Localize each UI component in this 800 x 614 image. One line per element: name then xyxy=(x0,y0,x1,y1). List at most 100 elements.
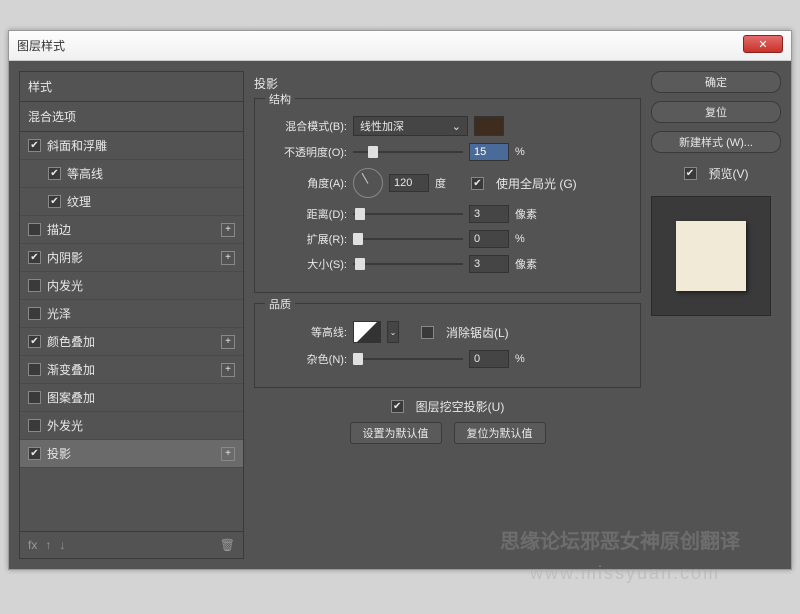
make-default-button[interactable]: 设置为默认值 xyxy=(350,422,442,444)
effect-row-8[interactable]: 渐变叠加 + xyxy=(20,356,243,384)
trash-icon[interactable]: 🗑 xyxy=(220,538,235,552)
panel-title: 投影 xyxy=(254,71,641,98)
antialias-checkbox[interactable] xyxy=(421,326,434,339)
add-effect-icon[interactable]: + xyxy=(221,223,235,237)
action-panel: 确定 复位 新建样式 (W)... 预览(V) xyxy=(651,71,781,559)
effect-label: 外发光 xyxy=(47,417,83,434)
effect-row-3[interactable]: 描边 + xyxy=(20,216,243,244)
opacity-slider[interactable] xyxy=(353,144,463,160)
effect-label: 等高线 xyxy=(67,165,103,182)
effects-list: 斜面和浮雕等高线纹理描边 + 内阴影 + 内发光光泽颜色叠加 + 渐变叠加 + 图案叠加外发光投… xyxy=(20,132,243,468)
effect-checkbox[interactable] xyxy=(48,167,61,180)
effect-label: 内阴影 xyxy=(47,249,83,266)
effect-checkbox[interactable] xyxy=(28,139,41,152)
size-slider[interactable] xyxy=(353,256,463,272)
effect-checkbox[interactable] xyxy=(28,363,41,376)
effect-label: 内发光 xyxy=(47,277,83,294)
structure-legend: 结构 xyxy=(265,91,295,107)
effect-row-2[interactable]: 纹理 xyxy=(20,188,243,216)
effect-label: 投影 xyxy=(47,445,71,462)
distance-label: 距离(D): xyxy=(267,206,347,222)
effect-checkbox[interactable] xyxy=(28,447,41,460)
effect-label: 颜色叠加 xyxy=(47,333,95,350)
effect-row-7[interactable]: 颜色叠加 + xyxy=(20,328,243,356)
contour-label: 等高线: xyxy=(267,324,347,340)
effect-label: 图案叠加 xyxy=(47,389,95,406)
opacity-input[interactable]: 15 xyxy=(469,143,509,161)
effect-label: 描边 xyxy=(47,221,71,238)
knockout-label: 图层挖空投影(U) xyxy=(416,398,505,415)
effect-label: 斜面和浮雕 xyxy=(47,137,107,154)
effect-checkbox[interactable] xyxy=(28,391,41,404)
preview-checkbox[interactable] xyxy=(684,167,697,180)
knockout-checkbox[interactable] xyxy=(391,400,404,413)
new-style-button[interactable]: 新建样式 (W)... xyxy=(651,131,781,153)
effect-label: 光泽 xyxy=(47,305,71,322)
preview-label: 预览(V) xyxy=(709,165,749,182)
contour-dropdown[interactable]: ⌄ xyxy=(387,321,399,343)
effects-sidebar: 样式 混合选项 斜面和浮雕等高线纹理描边 + 内阴影 + 内发光光泽颜色叠加 + 渐变叠加 +… xyxy=(19,71,244,559)
structure-fieldset: 结构 混合模式(B): 线性加深⌄ 不透明度(O): 15 % 角度(A): 1… xyxy=(254,98,641,293)
effect-row-6[interactable]: 光泽 xyxy=(20,300,243,328)
window-title: 图层样式 xyxy=(17,37,65,54)
antialias-label: 消除锯齿(L) xyxy=(446,324,509,341)
contour-preview[interactable] xyxy=(353,321,381,343)
size-input[interactable]: 3 xyxy=(469,255,509,273)
effect-row-4[interactable]: 内阴影 + xyxy=(20,244,243,272)
add-effect-icon[interactable]: + xyxy=(221,363,235,377)
global-light-checkbox[interactable] xyxy=(471,177,484,190)
layer-style-dialog: 图层样式 ✕ 样式 混合选项 斜面和浮雕等高线纹理描边 + 内阴影 + 内发光光泽颜色叠… xyxy=(8,30,792,570)
spread-label: 扩展(R): xyxy=(267,231,347,247)
angle-label: 角度(A): xyxy=(267,175,347,191)
size-label: 大小(S): xyxy=(267,256,347,272)
angle-input[interactable]: 120 xyxy=(389,174,429,192)
effect-row-1[interactable]: 等高线 xyxy=(20,160,243,188)
opacity-label: 不透明度(O): xyxy=(267,144,347,160)
spread-unit: % xyxy=(515,233,545,245)
effect-row-10[interactable]: 外发光 xyxy=(20,412,243,440)
size-unit: 像素 xyxy=(515,256,545,272)
spread-input[interactable]: 0 xyxy=(469,230,509,248)
blend-mode-select[interactable]: 线性加深⌄ xyxy=(353,116,468,136)
effect-label: 渐变叠加 xyxy=(47,361,95,378)
effect-checkbox[interactable] xyxy=(28,307,41,320)
effect-checkbox[interactable] xyxy=(28,419,41,432)
arrow-up-icon[interactable]: ↑ xyxy=(45,538,51,552)
effect-checkbox[interactable] xyxy=(48,195,61,208)
preview-box xyxy=(651,196,771,316)
ok-button[interactable]: 确定 xyxy=(651,71,781,93)
effect-checkbox[interactable] xyxy=(28,251,41,264)
effect-row-9[interactable]: 图案叠加 xyxy=(20,384,243,412)
effect-row-0[interactable]: 斜面和浮雕 xyxy=(20,132,243,160)
fx-label[interactable]: fx xyxy=(28,538,37,552)
effect-checkbox[interactable] xyxy=(28,223,41,236)
add-effect-icon[interactable]: + xyxy=(221,447,235,461)
noise-slider[interactable] xyxy=(353,351,463,367)
add-effect-icon[interactable]: + xyxy=(221,251,235,265)
effect-checkbox[interactable] xyxy=(28,335,41,348)
blend-options-row[interactable]: 混合选项 xyxy=(20,102,243,132)
spread-slider[interactable] xyxy=(353,231,463,247)
effect-row-5[interactable]: 内发光 xyxy=(20,272,243,300)
distance-input[interactable]: 3 xyxy=(469,205,509,223)
distance-slider[interactable] xyxy=(353,206,463,222)
effect-checkbox[interactable] xyxy=(28,279,41,292)
angle-unit: 度 xyxy=(435,175,465,191)
noise-unit: % xyxy=(515,353,545,365)
noise-input[interactable]: 0 xyxy=(469,350,509,368)
styles-header[interactable]: 样式 xyxy=(20,72,243,102)
shadow-color-swatch[interactable] xyxy=(474,116,504,136)
preview-swatch xyxy=(676,221,746,291)
effect-label: 纹理 xyxy=(67,193,91,210)
add-effect-icon[interactable]: + xyxy=(221,335,235,349)
effect-row-11[interactable]: 投影 + xyxy=(20,440,243,468)
quality-fieldset: 品质 等高线: ⌄ 消除锯齿(L) 杂色(N): 0 % xyxy=(254,303,641,388)
arrow-down-icon[interactable]: ↓ xyxy=(59,538,65,552)
cancel-button[interactable]: 复位 xyxy=(651,101,781,123)
opacity-unit: % xyxy=(515,146,545,158)
close-button[interactable]: ✕ xyxy=(743,35,783,53)
reset-default-button[interactable]: 复位为默认值 xyxy=(454,422,546,444)
distance-unit: 像素 xyxy=(515,206,545,222)
angle-dial[interactable] xyxy=(353,168,383,198)
titlebar[interactable]: 图层样式 ✕ xyxy=(9,31,791,61)
